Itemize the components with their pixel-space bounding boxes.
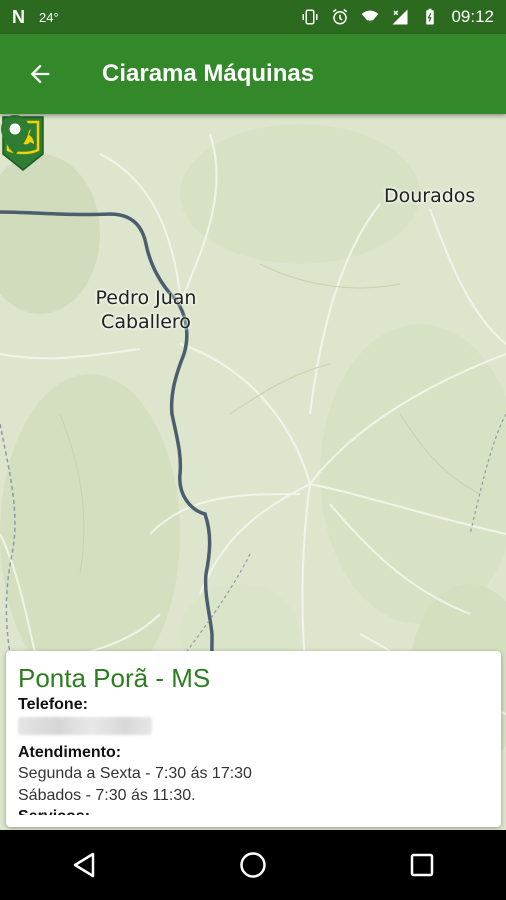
map-label-line: Pedro Juan [95, 287, 197, 309]
alarm-icon [333, 8, 348, 25]
map-label-pedro-juan-caballero: Pedro Juan Caballero [84, 286, 208, 334]
recents-square-icon [410, 853, 433, 877]
arrow-left-icon [30, 64, 50, 84]
map-label-line: Caballero [101, 311, 191, 333]
status-bar: N 24° 09:12 [0, 0, 506, 34]
store-info-card[interactable]: Ponta Porã - MS Telefone: Atendimento: S… [6, 651, 501, 827]
hours-saturday: Sábados - 7:30 ás 11:30. [18, 787, 196, 804]
notification-n-icon: N [12, 6, 25, 27]
system-navigation-bar [0, 830, 506, 900]
wifi-icon [362, 10, 379, 24]
phone-label: Telefone: [18, 696, 88, 713]
hours-label: Atendimento: [18, 744, 122, 761]
nav-back-button[interactable] [54, 835, 114, 895]
nav-recents-button[interactable] [392, 835, 452, 895]
hours-weekdays: Segunda a Sexta - 7:30 ás 17:30 [18, 765, 252, 782]
battery-icon [426, 8, 435, 25]
nav-home-button[interactable] [223, 835, 283, 895]
signal-icon [392, 9, 408, 25]
vibrate-icon [302, 9, 318, 25]
location-pin-marker[interactable] [0, 114, 30, 156]
phone-number-redacted [18, 717, 152, 735]
app-bar: Ciarama Máquinas [0, 34, 506, 114]
app-title: Ciarama Máquinas [102, 60, 315, 87]
home-circle-icon [240, 852, 266, 878]
store-title: Ponta Porã - MS [18, 663, 211, 693]
back-button[interactable] [0, 34, 80, 114]
temperature-text: 24° [39, 9, 59, 25]
clock-text: 09:12 [451, 7, 494, 26]
services-label: Serviços: [18, 807, 489, 815]
map-label-dourados: Dourados [384, 185, 476, 207]
back-triangle-icon [74, 852, 95, 878]
